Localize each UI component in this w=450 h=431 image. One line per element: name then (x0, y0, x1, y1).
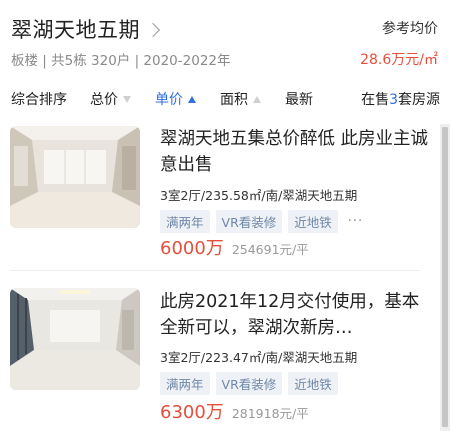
tag-label: 近地铁 (288, 210, 338, 233)
sort-comprehensive-label: 综合排序 (11, 92, 67, 108)
listing-tags: 满两年 VR看装修 近地铁 ... (160, 210, 363, 233)
sort-area[interactable]: 面积 (220, 89, 261, 109)
tag-label: 近地铁 (288, 372, 338, 395)
listing-card[interactable]: 翠湖天地五集总价醉低 此房业主诚意出售 3室2厅/235.58㎡/南/翠湖天地五… (0, 126, 438, 272)
more-tags-ellipsis: ... (347, 210, 364, 225)
tag-label: VR看装修 (215, 210, 283, 233)
sort-total-price[interactable]: 总价 (90, 89, 131, 109)
sort-arrow-up-icon (253, 95, 261, 103)
count-prefix: 在售 (361, 92, 390, 108)
listing-meta: 3室2厅/223.47㎡/南/翠湖天地五期 (160, 350, 358, 365)
community-header: 翠湖天地五期 板楼 | 共5栋 320户 | 2020-2022年 参考均价 2… (0, 0, 450, 78)
sort-arrow-up-icon (188, 95, 196, 103)
count-number: 3 (389, 92, 398, 108)
sort-bar: 综合排序 总价 单价 面积 最新 在售3套房源 (0, 86, 450, 112)
tag-label: 满两年 (160, 372, 210, 395)
listing-count: 在售3套房源 (361, 89, 440, 109)
unit-price: 254691元/平 (231, 242, 309, 257)
sort-latest[interactable]: 最新 (285, 89, 313, 109)
reference-price-value: 28.6万元/㎡ (360, 52, 438, 68)
listing-meta: 3室2厅/235.58㎡/南/翠湖天地五期 (160, 188, 358, 203)
listing-tags: 满两年 VR看装修 近地铁 (160, 372, 338, 395)
community-title: 翠湖天地五期 (11, 18, 140, 42)
unit-price: 281918元/平 (231, 406, 309, 421)
scrollbar[interactable] (440, 124, 450, 431)
listing-photo (10, 288, 140, 390)
chevron-right-icon (145, 22, 161, 38)
listing-price: 6000万 254691元/平 (160, 234, 309, 260)
listing-card[interactable]: 此房2021年12月交付使用，基本全新可以，翠湖次新房… 3室2厅/223.47… (0, 288, 438, 428)
community-title-link[interactable]: 翠湖天地五期 (11, 14, 161, 44)
reference-price-label: 参考均价 (382, 21, 438, 37)
listing-photo (10, 126, 140, 228)
community-info: 板楼 | 共5栋 320户 | 2020-2022年 (11, 53, 231, 69)
listing-divider (10, 270, 420, 271)
tag-label: 满两年 (160, 210, 210, 233)
total-price: 6000万 (160, 238, 224, 259)
sort-latest-label: 最新 (285, 92, 313, 108)
sort-area-label: 面积 (220, 92, 248, 108)
sort-arrow-down-icon (123, 95, 131, 103)
tag-label: VR看装修 (215, 372, 283, 395)
sort-unit-price[interactable]: 单价 (155, 89, 196, 109)
sort-total-price-label: 总价 (90, 92, 118, 108)
room-photo-image (10, 288, 140, 390)
total-price: 6300万 (160, 402, 224, 423)
sort-comprehensive[interactable]: 综合排序 (11, 89, 67, 109)
room-photo-image (10, 126, 140, 228)
count-suffix: 套房源 (398, 92, 440, 108)
listing-title: 此房2021年12月交付使用，基本全新可以，翠湖次新房… (160, 292, 420, 338)
sort-unit-price-label: 单价 (155, 92, 183, 108)
scrollbar-thumb[interactable] (442, 127, 448, 427)
listing-title: 翠湖天地五集总价醉低 此房业主诚意出售 (160, 129, 429, 175)
listing-price: 6300万 281918元/平 (160, 398, 309, 424)
